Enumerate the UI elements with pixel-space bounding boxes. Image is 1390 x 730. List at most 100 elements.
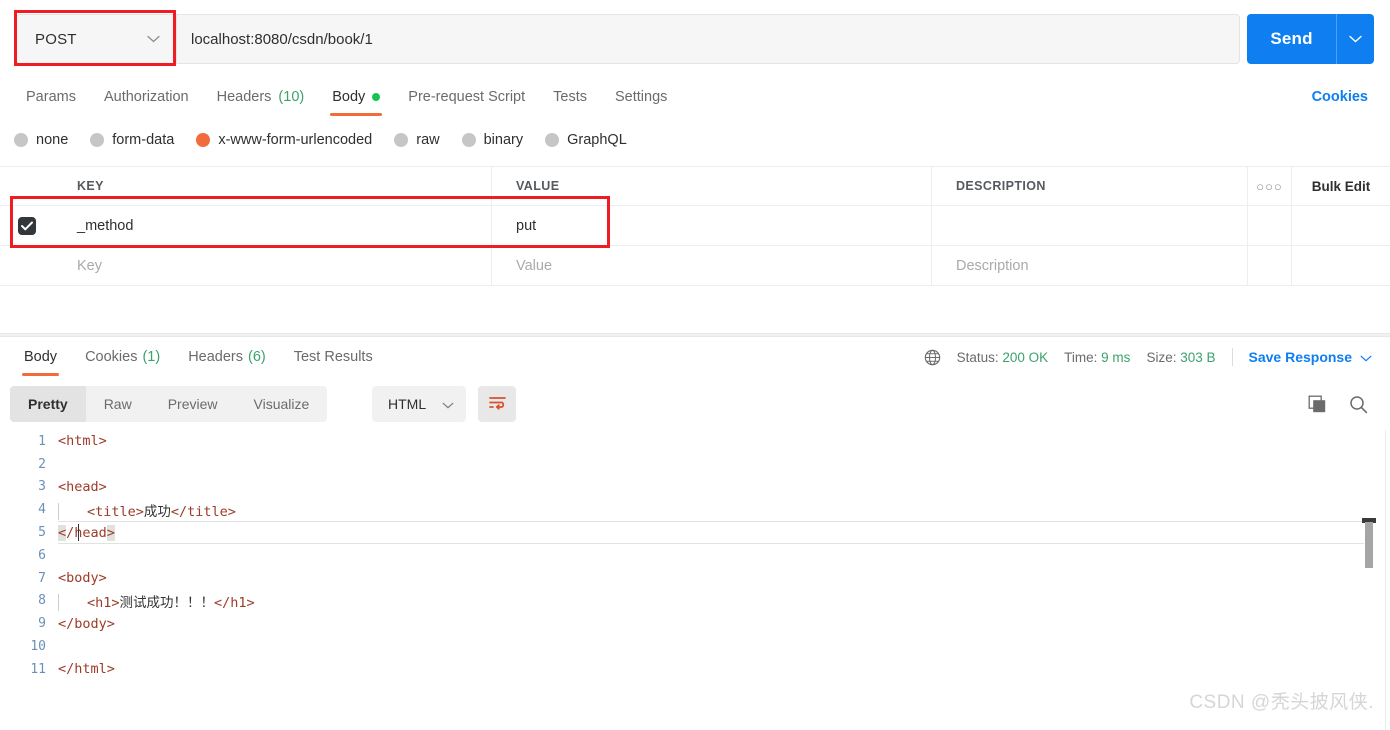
status-value: 200 OK xyxy=(1002,349,1049,365)
body-mode-x-www-form-urlencoded[interactable]: x-www-form-urlencoded xyxy=(196,132,372,148)
table-row-empty[interactable]: Key Value Description xyxy=(0,246,1390,286)
new-description-input[interactable]: Description xyxy=(956,258,1029,274)
body-mode-radio-group: none form-data x-www-form-urlencoded raw bin… xyxy=(14,124,649,156)
response-view-preview[interactable]: Preview xyxy=(150,386,236,422)
param-value-input[interactable]: put xyxy=(516,218,536,234)
line-number: 1 xyxy=(38,433,46,449)
bulk-edit-label: Bulk Edit xyxy=(1311,178,1371,194)
send-options-chevron-icon[interactable] xyxy=(1336,14,1374,64)
request-tab-headers[interactable]: Headers (10) xyxy=(203,78,319,116)
new-key-input[interactable]: Key xyxy=(77,258,102,274)
send-button[interactable]: Send xyxy=(1247,14,1336,64)
response-tab-test-results[interactable]: Test Results xyxy=(280,340,387,374)
body-mode-none[interactable]: none xyxy=(14,132,68,148)
request-tab-settings[interactable]: Settings xyxy=(601,78,681,116)
status-label: Status: xyxy=(956,349,999,365)
body-mode-label: raw xyxy=(416,132,440,148)
line-number: 5 xyxy=(38,525,46,541)
word-wrap-icon xyxy=(488,395,507,414)
table-options-button[interactable]: ○○○ xyxy=(1248,167,1292,205)
pane-splitter[interactable] xyxy=(0,333,1390,337)
scrollbar-thumb[interactable] xyxy=(1365,522,1373,568)
code-token: <h1> xyxy=(87,594,120,611)
table-header-row: KEY VALUE DESCRIPTION ○○○ Bulk Edit xyxy=(0,166,1390,206)
new-value-input[interactable]: Value xyxy=(516,258,552,274)
copy-icon[interactable] xyxy=(1308,395,1327,414)
empty-row-spacer-bulk xyxy=(1292,246,1390,285)
code-token: 测试成功！！！ xyxy=(119,594,215,611)
row-spacer-bulk xyxy=(1292,206,1390,245)
line-number: 3 xyxy=(38,479,46,495)
code-token: <body> xyxy=(58,570,107,587)
response-view-visualize[interactable]: Visualize xyxy=(236,386,328,422)
request-url-bar: POST localhost:8080/csdn/book/1 Send xyxy=(0,0,1390,78)
row-checkbox[interactable] xyxy=(17,216,36,235)
response-view-raw[interactable]: Raw xyxy=(86,386,150,422)
bulk-edit-button[interactable]: Bulk Edit xyxy=(1292,167,1390,205)
chevron-down-icon xyxy=(1360,349,1372,365)
body-mode-raw[interactable]: raw xyxy=(394,132,440,148)
response-tab-headers[interactable]: Headers (6) xyxy=(174,340,280,374)
status-metric: Status: 200 OK xyxy=(957,350,1049,365)
size-value: 303 B xyxy=(1180,349,1216,365)
code-line: 4 <title>成功</title> xyxy=(0,498,1390,521)
watermark: CSDN @秃头披风侠. xyxy=(1189,692,1374,713)
response-view-mode-group: Pretty Raw Preview Visualize xyxy=(10,386,328,422)
body-mode-form-data[interactable]: form-data xyxy=(90,132,174,148)
code-token: <html> xyxy=(58,433,107,450)
radio-icon xyxy=(394,133,409,147)
send-button-group: Send xyxy=(1247,14,1374,64)
request-tab-params[interactable]: Params xyxy=(12,78,90,116)
body-mode-label: x-www-form-urlencoded xyxy=(218,132,373,148)
body-mode-graphql[interactable]: GraphQL xyxy=(545,132,627,148)
request-tab-body[interactable]: Body xyxy=(318,78,394,116)
radio-icon xyxy=(90,133,105,147)
code-token: </h1> xyxy=(214,594,255,611)
response-body-code[interactable]: 1 <html> 2 3 <head> 4 <title>成功</title> 5 </head… xyxy=(0,430,1390,730)
response-format-dropdown[interactable]: HTML xyxy=(372,386,466,422)
request-tab-tests[interactable]: Tests xyxy=(539,78,601,116)
text-cursor xyxy=(78,524,79,542)
response-tab-body[interactable]: Body xyxy=(10,340,71,376)
table-row[interactable]: _method put xyxy=(0,206,1390,246)
url-input[interactable]: localhost:8080/csdn/book/1 xyxy=(177,15,1239,63)
word-wrap-toggle[interactable] xyxy=(478,386,516,422)
tab-label: Headers xyxy=(216,89,272,105)
tab-label: Authorization xyxy=(103,89,189,105)
column-header-value: VALUE xyxy=(516,179,560,193)
param-key-input[interactable]: _method xyxy=(77,218,133,234)
code-text: <title>成功</title> xyxy=(58,500,236,520)
request-tab-pre-request-script[interactable]: Pre-request Script xyxy=(394,78,539,116)
code-line: 5 </head> xyxy=(0,521,1390,544)
chevron-down-icon xyxy=(442,396,454,412)
code-line: 11 </html> xyxy=(0,658,1390,681)
code-token: </body> xyxy=(58,615,115,632)
tab-count: (6) xyxy=(248,349,266,365)
response-meta: Status: 200 OK Time: 9 ms Size: 303 B Sa… xyxy=(924,340,1372,374)
column-header-description: DESCRIPTION xyxy=(956,179,1046,193)
line-number: 7 xyxy=(38,570,46,586)
body-mode-label: none xyxy=(36,132,69,148)
line-number: 8 xyxy=(38,593,46,609)
search-icon[interactable] xyxy=(1349,395,1368,414)
size-metric: Size: 303 B xyxy=(1146,350,1215,365)
http-method-dropdown[interactable]: POST xyxy=(17,15,177,63)
code-line: 10 xyxy=(0,635,1390,658)
tab-label: Pre-request Script xyxy=(408,89,526,105)
code-token: </title> xyxy=(170,503,236,520)
code-line: 3 <head> xyxy=(0,476,1390,499)
request-tab-authorization[interactable]: Authorization xyxy=(90,78,203,116)
code-vertical-scrollbar[interactable] xyxy=(1362,430,1376,730)
save-response-button[interactable]: Save Response xyxy=(1249,349,1373,365)
body-mode-label: form-data xyxy=(112,132,175,148)
response-view-pretty[interactable]: Pretty xyxy=(10,386,86,422)
code-token: > xyxy=(106,524,115,541)
code-token: 成功 xyxy=(143,503,171,520)
code-text: <head> xyxy=(58,479,107,495)
body-mode-binary[interactable]: binary xyxy=(461,132,523,148)
response-tab-cookies[interactable]: Cookies (1) xyxy=(71,340,174,374)
body-present-dot-icon xyxy=(372,93,381,101)
code-line: 7 <body> xyxy=(0,567,1390,590)
cookies-link[interactable]: Cookies xyxy=(1312,78,1368,116)
code-token: /head xyxy=(66,524,107,541)
